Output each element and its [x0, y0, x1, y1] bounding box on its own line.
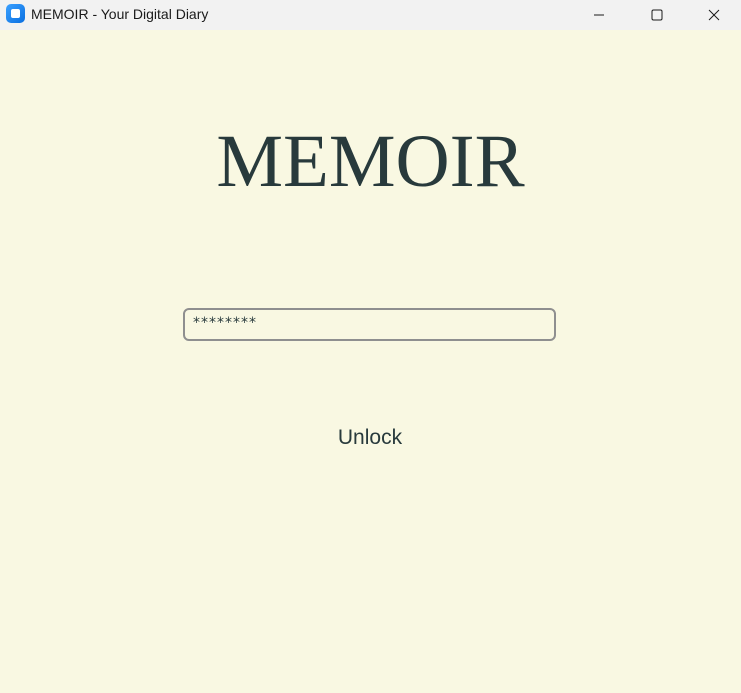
minimize-icon	[594, 14, 604, 16]
window-title: MEMOIR - Your Digital Diary	[31, 6, 209, 22]
maximize-button[interactable]	[628, 0, 686, 30]
app-window: MEMOIR - Your Digital Diary MEMOIR *****…	[0, 0, 741, 693]
close-button[interactable]	[686, 0, 741, 30]
maximize-icon	[651, 9, 663, 21]
minimize-button[interactable]	[570, 0, 628, 30]
app-heading: MEMOIR	[216, 120, 525, 203]
password-input[interactable]: ********	[183, 308, 556, 341]
title-bar[interactable]: MEMOIR - Your Digital Diary	[0, 0, 741, 30]
unlock-button[interactable]: Unlock	[320, 423, 420, 453]
close-icon	[708, 9, 719, 21]
app-icon	[6, 4, 25, 23]
